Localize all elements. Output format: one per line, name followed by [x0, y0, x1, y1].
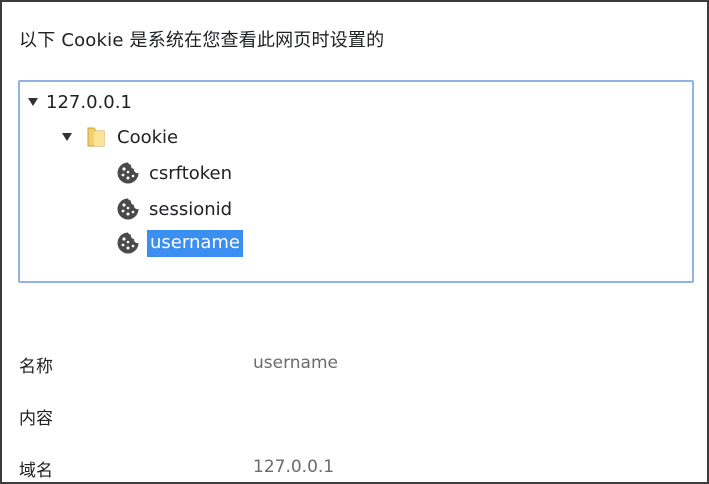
- tree-node-folder-label: Cookie: [117, 126, 179, 148]
- tree-node-host[interactable]: 127.0.0.1: [28, 89, 132, 115]
- cookie-label: csrftoken: [149, 162, 233, 184]
- detail-domain-value: 127.0.0.1: [253, 457, 335, 477]
- page-heading: 以下 Cookie 是系统在您查看此网页时设置的: [19, 30, 385, 51]
- cookie-label: sessionid: [149, 198, 233, 220]
- cookie-icon: [117, 232, 139, 254]
- detail-domain-key: 域名: [19, 461, 53, 481]
- cookie-label-selected: username: [147, 229, 243, 257]
- folder-icon: [87, 127, 105, 147]
- tree-node-host-label: 127.0.0.1: [46, 91, 132, 113]
- tree-node-cookie[interactable]: csrftoken: [116, 160, 232, 186]
- detail-name-value: username: [253, 353, 338, 373]
- tree-node-cookie-folder[interactable]: Cookie: [62, 124, 178, 150]
- detail-name-key: 名称: [19, 357, 53, 377]
- cookie-tree[interactable]: 127.0.0.1 Cookie csrftoken sessionid use…: [18, 80, 694, 283]
- expand-arrow-icon[interactable]: [28, 98, 38, 106]
- detail-content-key: 内容: [19, 409, 53, 429]
- expand-arrow-icon[interactable]: [62, 133, 72, 141]
- tree-node-cookie-selected[interactable]: username: [116, 229, 243, 257]
- cookie-icon: [117, 162, 139, 184]
- tree-node-cookie[interactable]: sessionid: [116, 196, 232, 222]
- cookie-icon: [117, 198, 139, 220]
